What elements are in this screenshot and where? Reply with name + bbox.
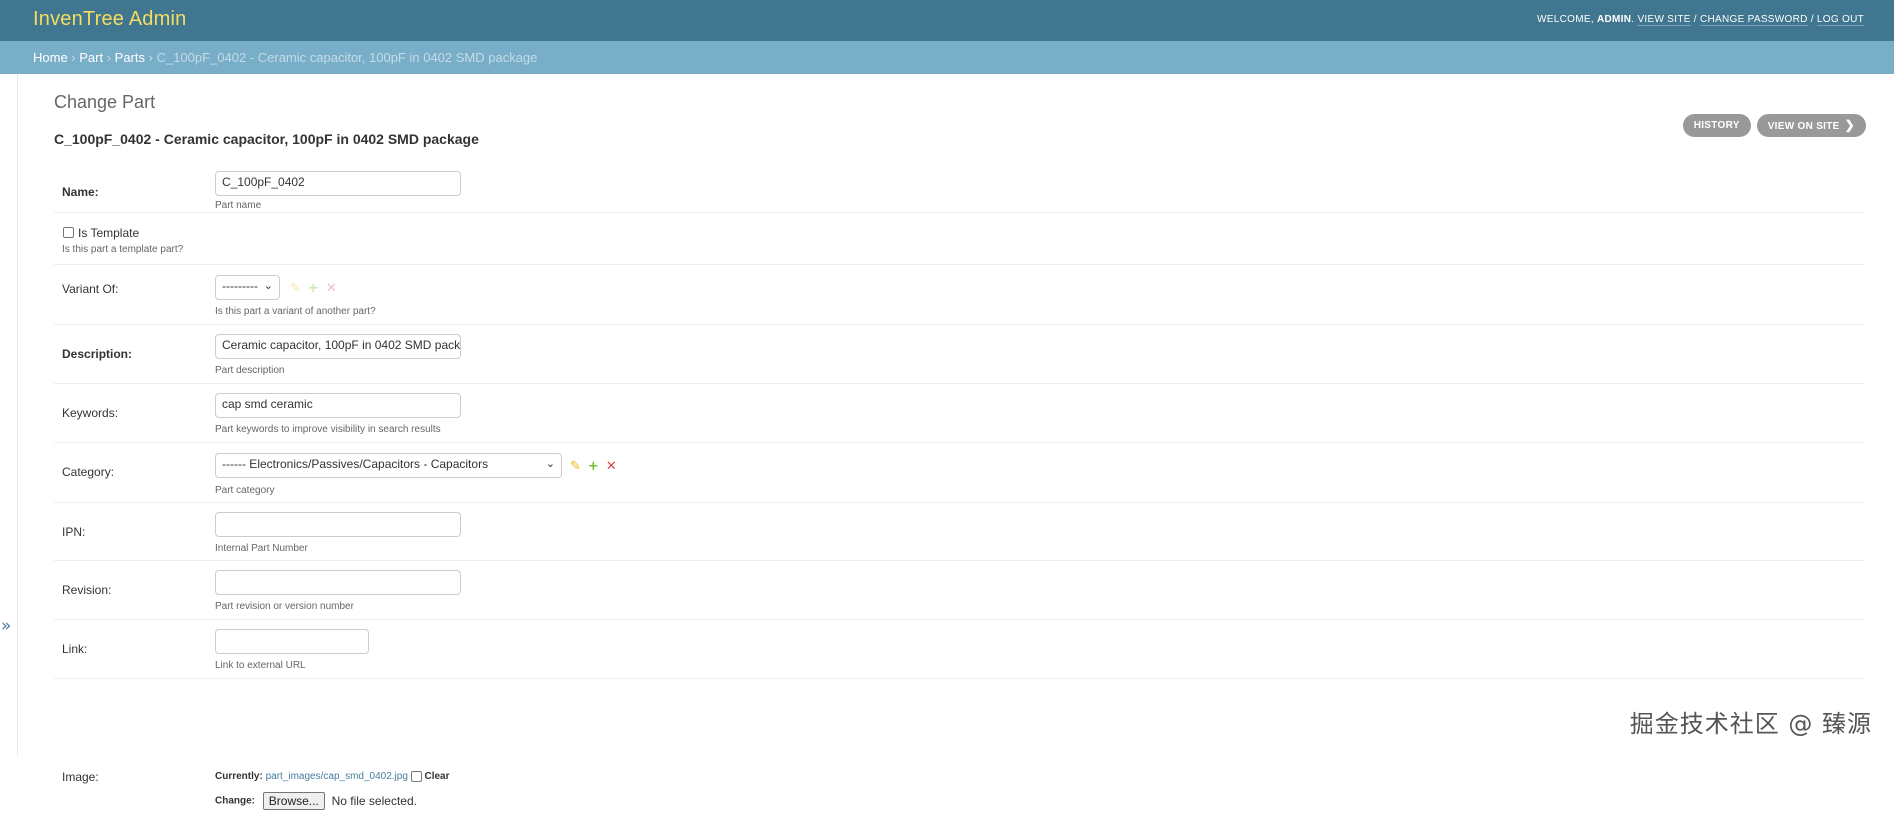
variant-of-value: --------- (222, 279, 258, 293)
ipn-label: IPN: (62, 525, 86, 539)
form-row-image: Image: Currently: part_images/cap_smd_04… (54, 679, 1864, 830)
breadcrumb: Home › Part › Parts › C_100pF_0402 - Cer… (0, 41, 1894, 74)
header: InvenTree Admin Welcome, admin. View sit… (0, 0, 1894, 41)
keywords-help: Part keywords to improve visibility in s… (215, 424, 441, 435)
form-row-description: Description: Ceramic capacitor, 100pF in… (54, 325, 1864, 384)
form-row-name: Name: C_100pF_0402 Part name (54, 162, 1864, 213)
form-row-category: Category: ------ Electronics/Passives/Ca… (54, 443, 1864, 503)
page-title: Change Part (54, 92, 156, 112)
image-label: Image: (62, 770, 99, 784)
change-password-link[interactable]: Change password (1699, 14, 1808, 26)
category-actions: ✎ + ✕ (570, 459, 617, 474)
x-icon[interactable]: ✕ (606, 459, 617, 474)
chevron-down-icon: ⌄ (263, 279, 273, 292)
form-row-is-template: Is Template Is this part a template part… (54, 213, 1864, 265)
username: admin (1597, 14, 1632, 25)
log-out-link[interactable]: Log out (1816, 14, 1864, 26)
name-help: Part name (215, 200, 262, 211)
user-tools: Welcome, admin. View site / Change passw… (1537, 14, 1864, 26)
image-change-label: Change: (215, 795, 255, 807)
revision-label: Revision: (62, 583, 112, 597)
is-template-checkbox[interactable] (63, 227, 74, 238)
description-help: Part description (215, 365, 285, 376)
nav-sidebar-toggle-icon[interactable]: » (1, 616, 11, 636)
watermark: 掘金技术社区 @ 臻源 (1629, 710, 1872, 738)
form-row-link: Link: Link to external URL (54, 620, 1864, 679)
x-icon[interactable]: ✕ (326, 281, 337, 296)
name-label: Name: (62, 185, 99, 199)
description-label: Description: (62, 347, 133, 361)
site-name[interactable]: InvenTree Admin (33, 8, 186, 31)
chevron-right-icon: ❯ (1844, 118, 1855, 132)
history-button[interactable]: History (1682, 114, 1751, 137)
variant-of-select[interactable]: --------- ⌄ (215, 275, 280, 300)
breadcrumb-current: C_100pF_0402 - Ceramic capacitor, 100pF … (156, 50, 538, 65)
form-row-variant-of: Variant Of: --------- ⌄ ✎ + ✕ Is this pa… (54, 265, 1864, 325)
variant-of-help: Is this part a variant of another part? (215, 306, 376, 317)
history-button-label: History (1693, 120, 1740, 131)
link-help: Link to external URL (215, 660, 306, 671)
ipn-input[interactable] (215, 512, 461, 537)
variant-of-actions: ✎ + ✕ (290, 281, 337, 296)
image-clear-checkbox[interactable] (410, 771, 422, 782)
image-currently-label: Currently: (215, 771, 263, 783)
view-on-site-button[interactable]: View on site ❯ (1756, 114, 1866, 137)
form-row-keywords: Keywords: cap smd ceramic Part keywords … (54, 384, 1864, 443)
breadcrumb-app[interactable]: Part (79, 50, 103, 65)
category-help: Part category (215, 485, 275, 496)
link-input[interactable] (215, 629, 369, 654)
description-input[interactable]: Ceramic capacitor, 100pF in 0402 SMD pac… (215, 334, 461, 359)
variant-of-label: Variant Of: (62, 282, 119, 296)
welcome-text: Welcome, (1537, 14, 1594, 25)
browse-button[interactable]: Browse... (262, 792, 325, 810)
name-input[interactable]: C_100pF_0402 (215, 171, 461, 196)
view-site-link[interactable]: View site (1637, 14, 1691, 26)
is-template-help: Is this part a template part? (62, 244, 184, 255)
revision-help: Part revision or version number (215, 601, 354, 612)
revision-input[interactable] (215, 570, 461, 595)
category-select[interactable]: ------ Electronics/Passives/Capacitors -… (215, 453, 562, 478)
keywords-label: Keywords: (62, 406, 119, 420)
image-clear-label: Clear (424, 771, 450, 783)
is-template-label: Is Template (78, 226, 140, 240)
category-label: Category: (62, 465, 115, 479)
breadcrumb-model[interactable]: Parts (115, 50, 145, 65)
view-on-site-button-label: View on site (1767, 121, 1840, 132)
plus-icon[interactable]: + (308, 281, 319, 296)
keywords-input[interactable]: cap smd ceramic (215, 393, 461, 418)
pencil-icon[interactable]: ✎ (290, 281, 301, 296)
link-label: Link: (62, 642, 88, 656)
image-change: Change: Browse... No file selected. (215, 792, 417, 810)
category-value: ------ Electronics/Passives/Capacitors -… (222, 457, 489, 471)
plus-icon[interactable]: + (588, 459, 599, 474)
nav-sidebar: » (0, 74, 18, 756)
object-tools: History View on site ❯ (1682, 114, 1866, 137)
no-file-text: No file selected. (331, 794, 417, 808)
form-row-revision: Revision: Part revision or version numbe… (54, 561, 1864, 620)
ipn-help: Internal Part Number (215, 543, 308, 554)
object-title: C_100pF_0402 - Ceramic capacitor, 100pF … (54, 131, 479, 147)
form-row-ipn: IPN: Internal Part Number (54, 503, 1864, 561)
breadcrumb-home[interactable]: Home (33, 50, 68, 65)
chevron-down-icon: ⌄ (545, 457, 555, 470)
image-current-link[interactable]: part_images/cap_smd_0402.jpg (266, 771, 408, 782)
image-current: Currently: part_images/cap_smd_0402.jpg … (215, 771, 449, 782)
pencil-icon[interactable]: ✎ (570, 459, 581, 474)
